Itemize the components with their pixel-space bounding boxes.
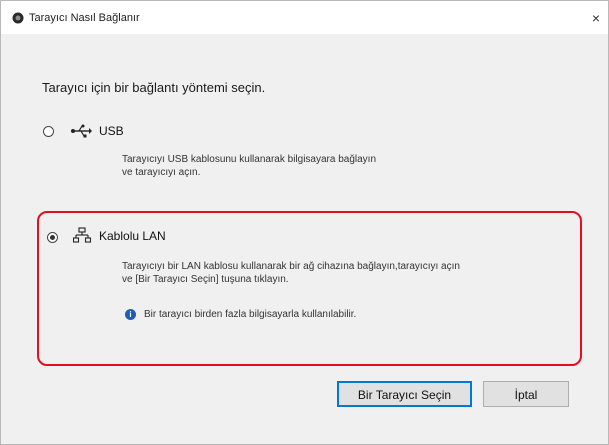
usb-option-label[interactable]: USB — [99, 124, 124, 138]
lan-description-line: Tarayıcıyı bir LAN kablosu kullanarak bi… — [122, 261, 460, 272]
info-note: Bir tarayıcı birden fazla bilgisayarla k… — [144, 309, 357, 320]
lan-description: Tarayıcıyı bir LAN kablosu kullanarak bi… — [122, 260, 460, 286]
usb-description-line: Tarayıcıyı USB kablosunu kullanarak bilg… — [122, 154, 377, 165]
info-icon: i — [125, 309, 136, 320]
window-title: Tarayıcı Nasıl Bağlanır — [29, 12, 140, 24]
select-scanner-button[interactable]: Bir Tarayıcı Seçin — [337, 381, 472, 407]
lan-description-line: ve [Bir Tarayıcı Seçin] tuşuna tıklayın. — [122, 274, 289, 285]
network-icon — [73, 227, 91, 243]
scanner-app-icon — [12, 12, 24, 24]
prompt-text: Tarayıcı için bir bağlantı yöntemi seçin… — [42, 80, 266, 95]
dialog-window: Tarayıcı Nasıl Bağlanır × Tarayıcı için … — [0, 0, 609, 445]
dialog-content: Tarayıcı için bir bağlantı yöntemi seçin… — [1, 34, 608, 444]
usb-description: Tarayıcıyı USB kablosunu kullanarak bilg… — [122, 153, 376, 179]
usb-radio[interactable] — [43, 126, 54, 137]
wired-lan-option-label[interactable]: Kablolu LAN — [99, 229, 166, 243]
title-bar[interactable]: Tarayıcı Nasıl Bağlanır × — [1, 1, 608, 34]
wired-lan-radio[interactable] — [47, 232, 58, 243]
close-button[interactable]: × — [585, 7, 607, 29]
close-icon: × — [591, 10, 601, 26]
cancel-button[interactable]: İptal — [483, 381, 569, 407]
usb-icon — [71, 124, 92, 138]
usb-description-line: ve tarayıcıyı açın. — [122, 167, 201, 178]
